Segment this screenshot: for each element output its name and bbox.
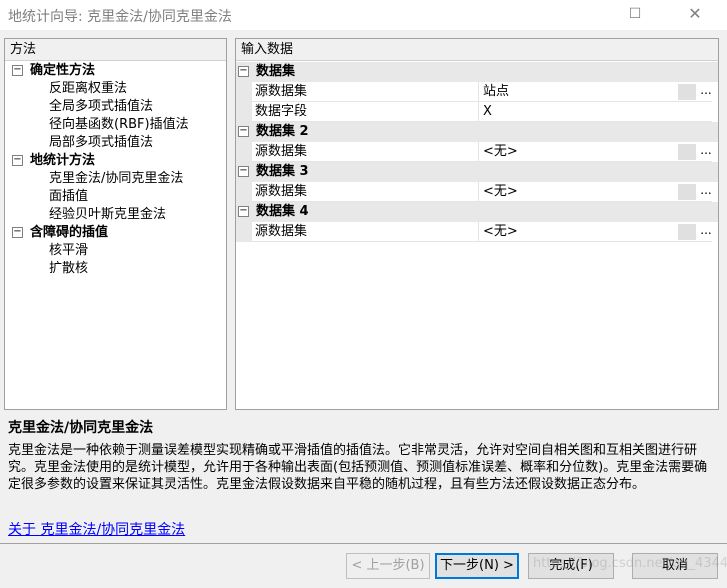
dropdown-icon[interactable] — [678, 84, 696, 100]
browse-button[interactable]: ... — [696, 184, 716, 200]
tree-item-kriging[interactable]: 克里金法/协同克里金法 — [49, 170, 183, 188]
property-name: 数据字段 — [252, 102, 712, 122]
dataset-1-source-row[interactable]: 源数据集 站点 ... — [236, 82, 718, 102]
tree-category-label: 含障碍的插值 — [30, 225, 109, 240]
input-data-header: 输入数据 — [236, 39, 718, 61]
collapse-icon[interactable]: − — [238, 66, 249, 77]
dataset-4-label: 数据集 4 — [256, 204, 309, 219]
window-title: 地统计向导: 克里金法/协同克里金法 — [8, 9, 232, 25]
collapse-icon[interactable]: − — [12, 155, 23, 166]
tree-category-label: 地统计方法 — [30, 153, 96, 168]
dataset-1-label: 数据集 — [256, 64, 296, 79]
close-button[interactable]: ✕ — [672, 0, 718, 30]
property-name: 源数据集 — [252, 222, 712, 242]
tree-item-idw[interactable]: 反距离权重法 — [49, 80, 127, 98]
next-button[interactable]: 下一步(N) > — [435, 553, 519, 579]
dropdown-icon[interactable] — [678, 144, 696, 160]
collapse-icon[interactable]: − — [238, 166, 249, 177]
dataset-4-category[interactable]: − 数据集 4 — [236, 202, 718, 222]
cancel-button[interactable]: 取消 — [632, 553, 718, 579]
methods-panel: 方法 − 确定性方法 反距离权重法 全局多项式插值法 径向基函数(RBF)插值法… — [4, 38, 227, 410]
back-button[interactable]: < 上一步(B) — [346, 553, 430, 579]
dataset-4-source-row[interactable]: 源数据集 <无> ... — [236, 222, 718, 242]
dataset-3-source-row[interactable]: 源数据集 <无> ... — [236, 182, 718, 202]
dropdown-icon[interactable] — [678, 224, 696, 240]
property-name: 源数据集 — [252, 182, 712, 202]
collapse-icon[interactable]: − — [12, 227, 23, 238]
collapse-icon[interactable]: − — [12, 65, 23, 76]
dropdown-icon[interactable] — [678, 184, 696, 200]
tree-item-diffusion-kernel[interactable]: 扩散核 — [49, 260, 88, 278]
browse-button[interactable]: ... — [696, 84, 716, 100]
dataset-3-category[interactable]: − 数据集 3 — [236, 162, 718, 182]
dataset-3-source-value[interactable]: <无> — [483, 182, 518, 202]
maximize-button[interactable]: ☐ — [612, 0, 658, 30]
dataset-1-field-row[interactable]: 数据字段 X — [236, 102, 718, 122]
description-title: 克里金法/协同克里金法 — [8, 420, 154, 436]
about-method-link[interactable]: 关于 克里金法/协同克里金法 — [8, 519, 185, 539]
title-bar: 地统计向导: 克里金法/协同克里金法 ☐ ✕ — [0, 0, 727, 30]
tree-item-local-polynomial[interactable]: 局部多项式插值法 — [49, 134, 153, 152]
tree-item-areal-interpolation[interactable]: 面插值 — [49, 188, 88, 206]
dataset-2-source-value[interactable]: <无> — [483, 142, 518, 162]
footer-divider — [0, 543, 727, 544]
dataset-1-source-value[interactable]: 站点 — [483, 82, 509, 102]
property-name: 源数据集 — [252, 82, 712, 102]
collapse-icon[interactable]: − — [238, 126, 249, 137]
tree-item-kernel-smoothing[interactable]: 核平滑 — [49, 242, 88, 260]
dataset-3-label: 数据集 3 — [256, 164, 309, 179]
tree-category-label: 确定性方法 — [30, 63, 96, 78]
collapse-icon[interactable]: − — [238, 206, 249, 217]
dataset-4-source-value[interactable]: <无> — [483, 222, 518, 242]
dataset-2-category[interactable]: − 数据集 2 — [236, 122, 718, 142]
finish-button[interactable]: 完成(F) — [528, 553, 614, 579]
dataset-2-source-row[interactable]: 源数据集 <无> ... — [236, 142, 718, 162]
dataset-1-category[interactable]: − 数据集 — [236, 62, 718, 82]
dataset-1-field-value[interactable]: X — [483, 102, 492, 122]
methods-header: 方法 — [5, 39, 226, 61]
input-data-panel: 输入数据 − 数据集 源数据集 站点 ... 数据字段 X − 数据集 2 源数… — [235, 38, 719, 410]
browse-button[interactable]: ... — [696, 144, 716, 160]
dataset-2-label: 数据集 2 — [256, 124, 309, 139]
description-text: 克里金法是一种依赖于测量误差模型实现精确或平滑插值的插值法。它非常灵活，允许对空… — [8, 443, 708, 492]
description-area: 克里金法/协同克里金法 克里金法是一种依赖于测量误差模型实现精确或平滑插值的插值… — [8, 418, 720, 493]
tree-item-global-polynomial[interactable]: 全局多项式插值法 — [49, 98, 153, 116]
property-name: 源数据集 — [252, 142, 712, 162]
browse-button[interactable]: ... — [696, 224, 716, 240]
tree-item-rbf[interactable]: 径向基函数(RBF)插值法 — [49, 116, 189, 134]
tree-item-ebk[interactable]: 经验贝叶斯克里金法 — [49, 206, 166, 224]
